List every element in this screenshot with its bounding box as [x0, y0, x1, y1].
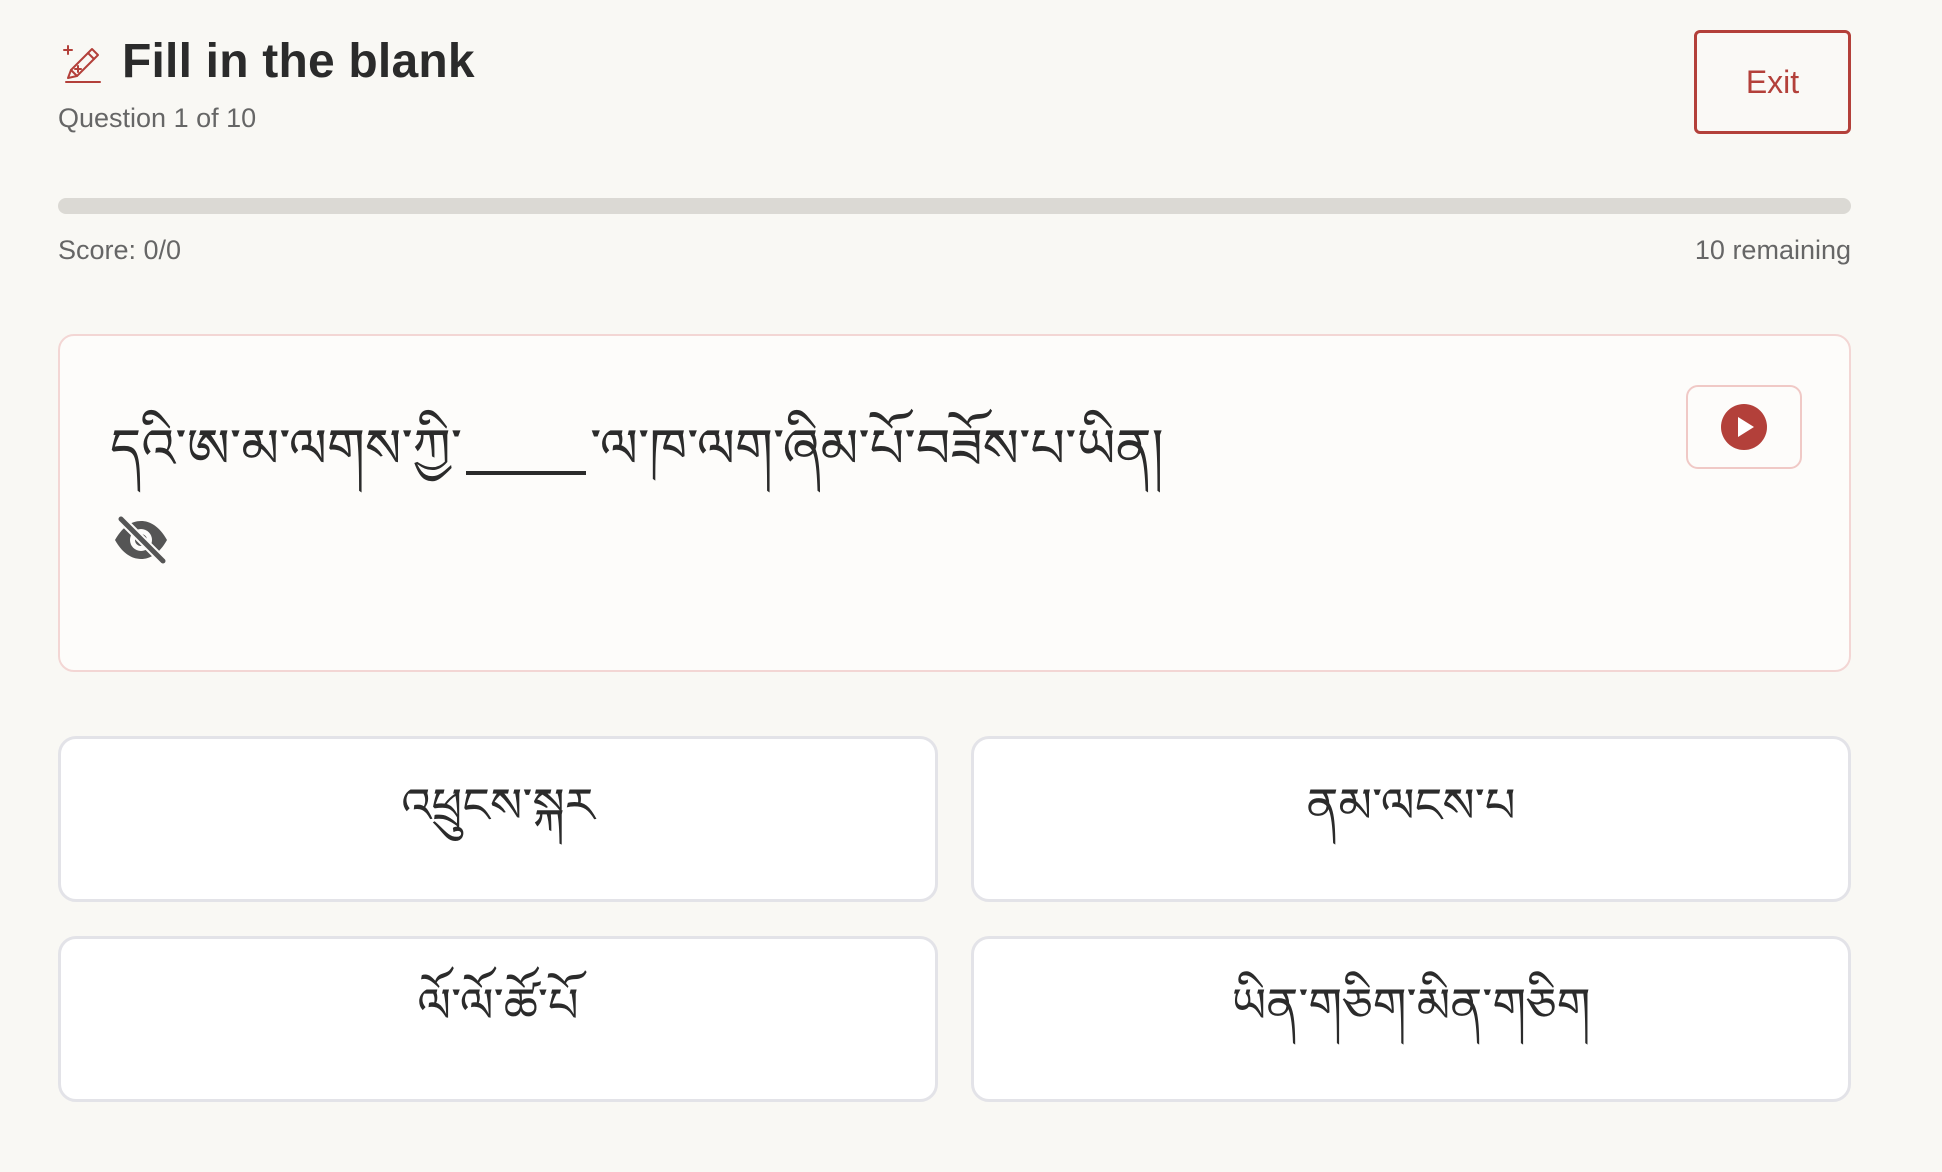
answer-option[interactable]: ཡིན་གཅིག་མིན་གཅིག	[971, 936, 1851, 1102]
pencil-sparkle-icon	[63, 44, 101, 83]
progress-bar	[58, 198, 1851, 214]
eye-off-icon	[115, 515, 168, 565]
question-card: དའི་ཨ་མ་ལགས་ཀྱི་ ་ལ་ཁ་ལག་ཞིམ་པོ་བཟོས་པ་ཡི…	[58, 334, 1851, 672]
answer-option[interactable]: ལོ་ལོ་ཚོ་པོ	[58, 936, 938, 1102]
header: Fill in the blank Question 1 of 10	[58, 34, 475, 134]
answer-option-label: ཡིན་གཅིག་མིན་གཅིག	[1231, 977, 1591, 1034]
question-counter: Question 1 of 10	[58, 103, 257, 133]
score-label: Score: 0/0	[58, 235, 182, 265]
toggle-visibility-button[interactable]	[110, 514, 172, 566]
answer-option-label: ནམ་ལངས་པ	[1306, 777, 1516, 834]
question-sentence: དའི་ཨ་མ་ལགས་ཀྱི་ ་ལ་ཁ་ལག་ཞིམ་པོ་བཟོས་པ་ཡི…	[110, 388, 1164, 540]
remaining-label: 10 remaining	[1694, 235, 1851, 265]
title-row: Fill in the blank	[58, 34, 475, 89]
answer-option[interactable]: འཕྲུངས་སྐར	[58, 736, 938, 902]
page-title: Fill in the blank	[122, 35, 475, 88]
play-circle-icon	[1721, 404, 1767, 450]
question-text-before-blank: དའི་ཨ་མ་ལགས་ཀྱི་	[110, 417, 463, 480]
answer-option[interactable]: ནམ་ལངས་པ	[971, 736, 1851, 902]
exit-button[interactable]: Exit	[1694, 30, 1851, 134]
play-audio-button[interactable]	[1686, 385, 1802, 469]
question-text-after-blank: ་ལ་ཁ་ལག་ཞིམ་པོ་བཟོས་པ་ཡིན།	[590, 417, 1164, 480]
answer-option-label: ལོ་ལོ་ཚོ་པོ	[417, 977, 579, 1034]
quiz-page: Fill in the blank Question 1 of 10 Exit …	[0, 0, 1942, 1172]
answer-option-label: འཕྲུངས་སྐར	[401, 777, 595, 834]
answer-blank	[466, 471, 587, 475]
